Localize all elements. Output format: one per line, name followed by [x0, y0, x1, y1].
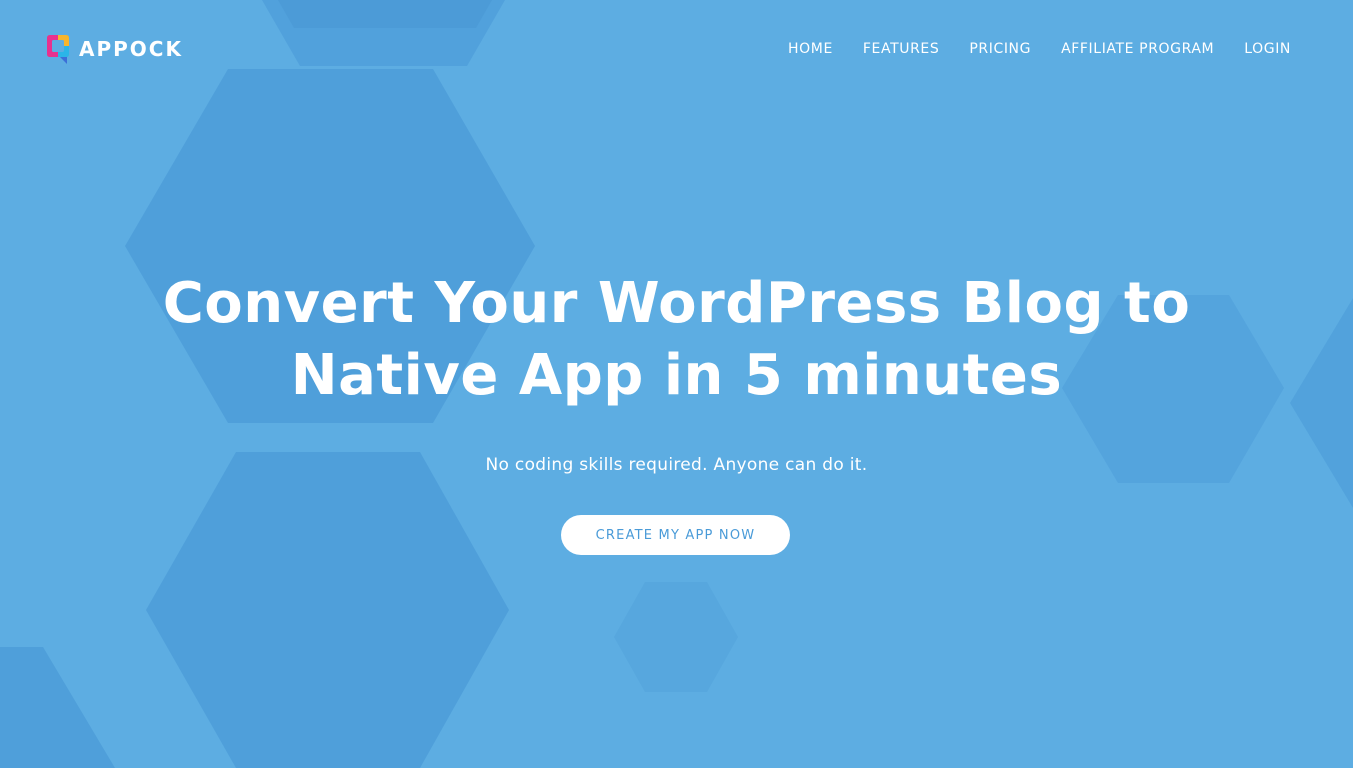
- nav-item-login[interactable]: LOGIN: [1244, 41, 1291, 57]
- nav-item-features[interactable]: FEATURES: [863, 41, 939, 57]
- hero-headline-line-2: Native App in 5 minutes: [290, 343, 1063, 408]
- main-navigation: HOME FEATURES PRICING AFFILIATE PROGRAM …: [758, 41, 1291, 57]
- hero-section: APPOCK HOME FEATURES PRICING AFFILIATE P…: [0, 0, 1353, 768]
- hero-headline-line-1: Convert Your WordPress Blog to: [162, 271, 1191, 336]
- brand-name: APPOCK: [79, 37, 183, 61]
- hero-headline: Convert Your WordPress Blog to Native Ap…: [0, 268, 1353, 412]
- nav-item-home[interactable]: HOME: [788, 41, 833, 57]
- hero-subtitle: No coding skills required. Anyone can do…: [485, 455, 868, 475]
- nav-item-pricing[interactable]: PRICING: [969, 41, 1031, 57]
- create-app-button[interactable]: CREATE MY APP NOW: [561, 515, 790, 555]
- chat-bubble-logo-icon: [47, 35, 69, 64]
- nav-item-affiliate-program[interactable]: AFFILIATE PROGRAM: [1061, 41, 1214, 57]
- brand-logo[interactable]: APPOCK: [45, 32, 183, 66]
